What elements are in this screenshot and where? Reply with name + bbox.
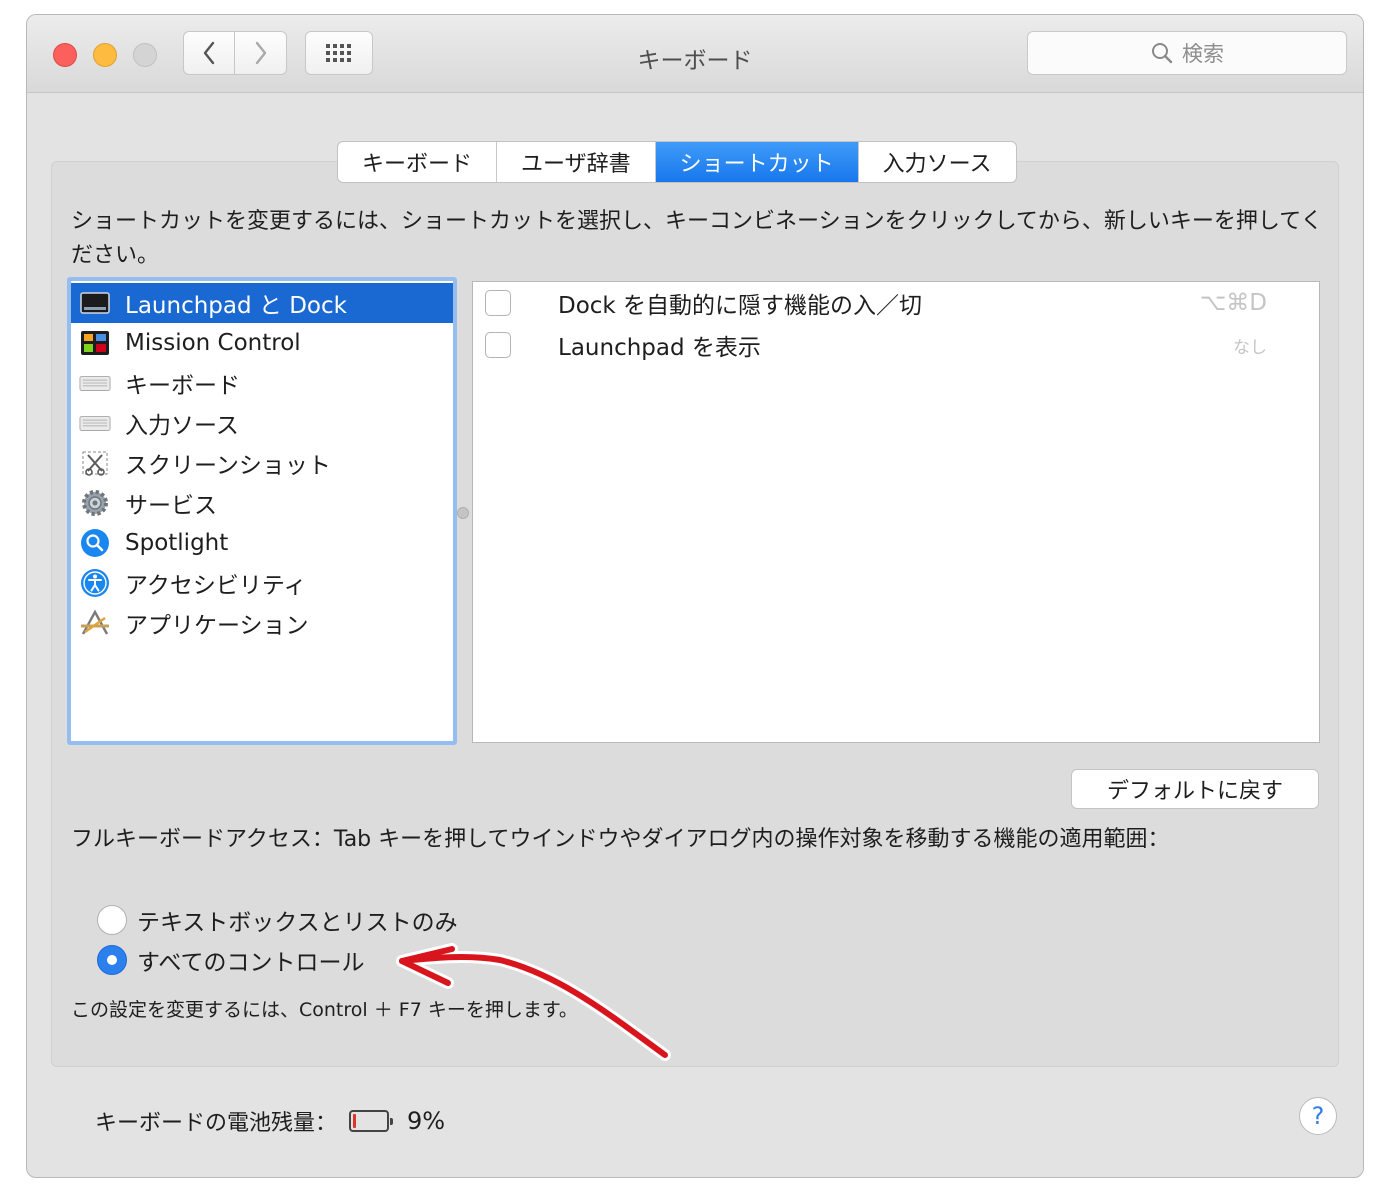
category-mission-control[interactable]: Mission Control [71, 323, 453, 363]
shortcut-key[interactable]: ⌥⌘D [1200, 290, 1267, 316]
category-input-sources[interactable]: 入力ソース [71, 403, 453, 443]
category-label: Mission Control [125, 330, 301, 356]
category-label: アプリケーション [125, 613, 309, 639]
shortcut-key[interactable]: なし [1233, 333, 1267, 358]
screenshot-icon [79, 447, 111, 479]
mission-control-icon [79, 327, 111, 359]
category-list[interactable]: Launchpad と Dock Mission Control キーボード 入… [67, 277, 457, 745]
battery-percent: 9% [407, 1107, 446, 1135]
radio-text-boxes-lists[interactable]: テキストボックスとリストのみ [97, 903, 458, 937]
search-icon [1152, 43, 1173, 64]
tab-keyboard[interactable]: キーボード [338, 142, 496, 182]
radio-label: テキストボックスとリストのみ [137, 910, 458, 936]
keyboard-icon [79, 367, 111, 399]
category-label: Launchpad と Dock [125, 293, 347, 319]
category-label: アクセシビリティ [125, 573, 307, 599]
shortcut-list[interactable]: Dock を自動的に隠す機能の入／切 ⌥⌘D Launchpad を表示 なし [472, 281, 1320, 743]
category-launchpad-dock[interactable]: Launchpad と Dock [71, 283, 453, 323]
category-label: Spotlight [125, 530, 229, 556]
category-applications[interactable]: アプリケーション [71, 603, 453, 643]
shortcut-label: Dock を自動的に隠す機能の入／切 [558, 293, 923, 319]
category-label: スクリーンショット [125, 453, 331, 479]
shortcut-checkbox[interactable] [485, 332, 511, 358]
app-shortcuts-icon [79, 607, 111, 639]
split-divider-handle[interactable] [457, 507, 469, 519]
tab-shortcuts[interactable]: ショートカット [654, 142, 858, 182]
category-screenshots[interactable]: スクリーンショット [71, 443, 453, 483]
accessibility-icon [79, 567, 111, 599]
category-accessibility[interactable]: アクセシビリティ [71, 563, 453, 603]
battery-level [353, 1114, 357, 1128]
shortcut-checkbox[interactable] [485, 290, 511, 316]
category-label: キーボード [125, 373, 240, 399]
tab-user-dictionary[interactable]: ユーザ辞書 [496, 142, 655, 182]
full-keyboard-access-label: フルキーボードアクセス：Tab キーを押してウインドウやダイアログ内の操作対象を… [71, 827, 1170, 852]
restore-defaults-button[interactable]: デフォルトに戻す [1071, 769, 1319, 809]
radio-all-controls[interactable]: すべてのコントロール [97, 943, 364, 977]
search-placeholder: 検索 [1182, 42, 1224, 66]
preferences-window: キーボード 検索 キーボード ユーザ辞書 ショートカット 入力ソース ショートカ… [26, 14, 1364, 1178]
tab-input-sources[interactable]: 入力ソース [857, 142, 1016, 182]
radio-button-selected[interactable] [97, 945, 127, 975]
gear-icon [79, 487, 111, 519]
spotlight-icon [79, 527, 111, 559]
category-spotlight[interactable]: Spotlight [71, 523, 453, 563]
battery-label: キーボードの電池残量： [95, 1111, 338, 1136]
title-bar: キーボード 検索 [27, 15, 1363, 93]
search-field[interactable]: 検索 [1027, 31, 1347, 75]
battery-status: キーボードの電池残量： 9% [95, 1105, 445, 1137]
help-button[interactable]: ? [1299, 1097, 1337, 1135]
battery-icon [349, 1110, 394, 1132]
launchpad-dock-icon [79, 287, 111, 319]
tab-bar: キーボード ユーザ辞書 ショートカット 入力ソース [337, 141, 1017, 183]
category-services[interactable]: サービス [71, 483, 453, 523]
shortcut-note: この設定を変更するには、Control ＋ F7 キーを押します。 [71, 999, 578, 1021]
instructions-text: ショートカットを変更するには、ショートカットを選択し、キーコンビネーションをクリ… [71, 209, 1323, 268]
keyboard-icon [79, 407, 111, 439]
shortcut-row[interactable]: Launchpad を表示 なし [473, 324, 1319, 366]
category-keyboard[interactable]: キーボード [71, 363, 453, 403]
category-label: 入力ソース [125, 413, 239, 439]
shortcut-row[interactable]: Dock を自動的に隠す機能の入／切 ⌥⌘D [473, 282, 1319, 324]
radio-button[interactable] [97, 905, 127, 935]
radio-label: すべてのコントロール [137, 950, 365, 976]
shortcut-label: Launchpad を表示 [558, 335, 761, 361]
category-label: サービス [125, 493, 217, 519]
